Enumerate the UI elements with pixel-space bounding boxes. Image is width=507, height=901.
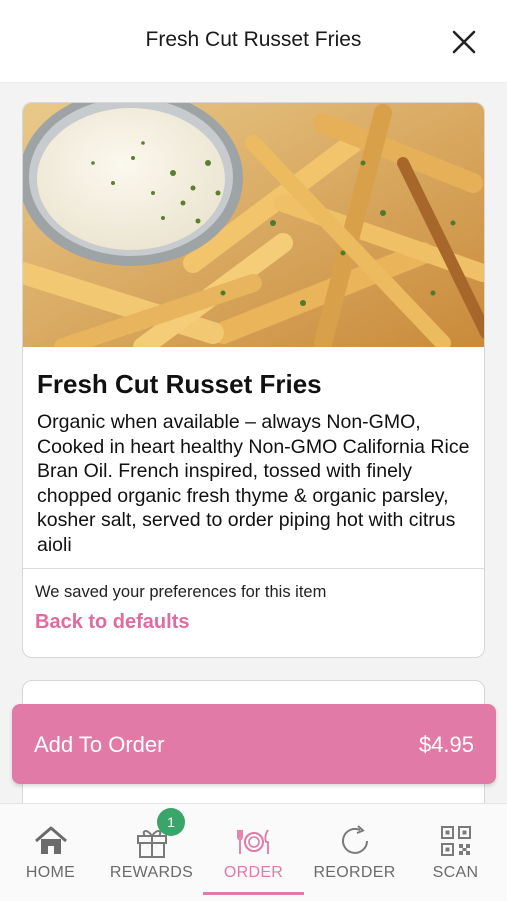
- qr-code-icon: [440, 826, 471, 856]
- item-card: Fresh Cut Russet Fries Organic when avai…: [22, 102, 485, 658]
- order-price: $4.95: [418, 732, 474, 757]
- preferences-note: We saved your preferences for this item: [35, 583, 327, 601]
- tab-rewards-label: REWARDS: [109, 864, 194, 881]
- tab-order-label: ORDER: [223, 864, 284, 881]
- close-icon: [452, 30, 476, 54]
- active-tab-indicator: [203, 892, 304, 895]
- back-to-defaults-link[interactable]: Back to defaults: [35, 611, 189, 634]
- add-to-order-label: Add To Order: [34, 732, 165, 757]
- refresh-icon: [341, 825, 368, 854]
- divider: [23, 568, 484, 569]
- tab-reorder-label: REORDER: [313, 864, 396, 881]
- tab-scan-label: SCAN: [432, 864, 479, 881]
- item-photo: [23, 103, 484, 347]
- tab-reorder[interactable]: REORDER: [304, 804, 405, 901]
- tab-scan[interactable]: SCAN: [405, 804, 506, 901]
- bottom-tab-bar: HOME REWARDS ORDER REORDER SCAN: [0, 803, 507, 901]
- tab-home-label: HOME: [25, 864, 76, 881]
- close-button[interactable]: [444, 22, 484, 62]
- header-bar: Fresh Cut Russet Fries: [0, 0, 507, 83]
- utensils-icon: [236, 829, 269, 854]
- item-details: Fresh Cut Russet Fries Organic when avai…: [37, 369, 477, 557]
- tab-order[interactable]: ORDER: [203, 804, 304, 901]
- item-title: Fresh Cut Russet Fries: [37, 369, 322, 399]
- add-to-order-button[interactable]: Add To Order $4.95: [12, 704, 496, 784]
- header-title: Fresh Cut Russet Fries: [145, 28, 362, 51]
- item-description: Organic when available – always Non-GMO,…: [37, 411, 470, 556]
- home-icon: [34, 826, 67, 854]
- rewards-count-badge: 1: [157, 808, 185, 836]
- tab-home[interactable]: HOME: [0, 804, 101, 901]
- tab-rewards[interactable]: REWARDS: [101, 804, 202, 901]
